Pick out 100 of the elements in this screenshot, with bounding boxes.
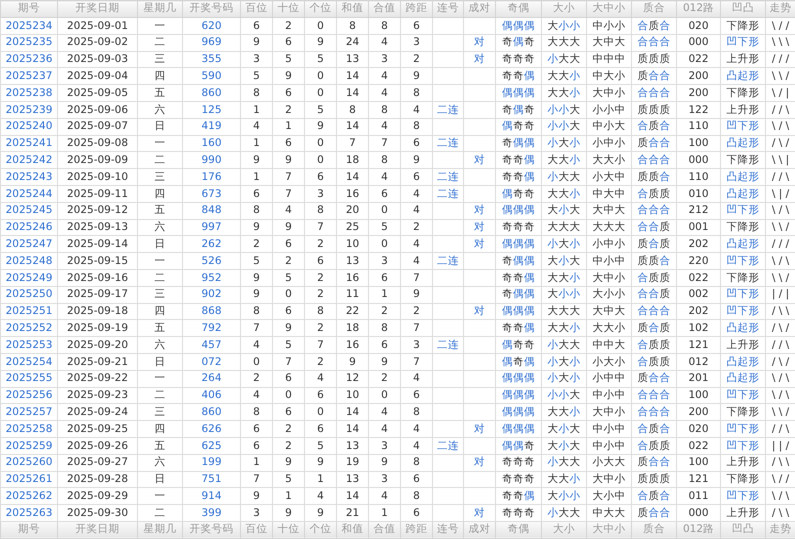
column-header: 成对 — [464, 0, 496, 18]
table-cell: 合合合 — [632, 152, 676, 169]
table-cell: 2025235 — [0, 34, 58, 52]
table-cell: 5 — [272, 51, 304, 68]
table-cell: 三 — [138, 404, 182, 421]
table-cell: 9 — [400, 152, 432, 169]
table-cell: 合质合 — [632, 420, 676, 438]
table-cell: 25 — [336, 219, 368, 236]
table-cell: 1 — [240, 168, 272, 186]
table-cell: 673 — [182, 185, 240, 202]
table-cell: 大中大 — [586, 34, 632, 52]
table-cell: 对 — [464, 219, 496, 236]
table-cell: 0 — [304, 152, 336, 169]
table-cell: 4 — [368, 488, 400, 505]
table-cell: 9 — [240, 219, 272, 236]
table-cell: 7 — [368, 135, 400, 152]
column-header: 合值 — [368, 0, 400, 18]
table-cell: 0 — [368, 236, 400, 253]
table-cell: 一 — [138, 252, 182, 270]
table-cell: 2025-09-04 — [58, 68, 138, 85]
table-cell: 9 — [400, 68, 432, 85]
table-cell: 2025-09-27 — [58, 454, 138, 472]
table-cell: 16 — [336, 336, 368, 354]
table-cell: 11 — [336, 286, 368, 304]
table-cell: 0 — [304, 404, 336, 421]
table-cell: 5 — [240, 68, 272, 85]
table-cell: 7 — [304, 336, 336, 354]
table-cell: 3 — [400, 336, 432, 354]
table-cell: 6 — [368, 185, 400, 202]
table-cell: 2 — [272, 420, 304, 438]
table-cell: 凹下形 — [720, 286, 766, 304]
table-cell: 6 — [400, 504, 432, 522]
table-cell: 对 — [464, 51, 496, 68]
table-cell: / / / — [766, 51, 795, 68]
table-cell: 大大小 — [542, 404, 586, 421]
table-cell: 7 — [400, 269, 432, 286]
table-cell: 4 — [368, 34, 400, 52]
table-cell: 6 — [304, 387, 336, 404]
table-cell: 4 — [400, 202, 432, 220]
table-cell: 中小小 — [586, 18, 632, 34]
table-cell: 2025-09-11 — [58, 185, 138, 202]
table-cell: 0 — [304, 84, 336, 102]
table-cell: 1 — [272, 488, 304, 505]
table-cell: 8 — [400, 454, 432, 472]
table-cell: 合合质 — [632, 286, 676, 304]
table-cell: 上升形 — [720, 51, 766, 68]
table-cell: 5 — [272, 336, 304, 354]
table-cell: 凸起形 — [720, 320, 766, 337]
table-cell: 合合合 — [632, 34, 676, 52]
table-cell: 6 — [240, 437, 272, 454]
table-cell: 2025262 — [0, 488, 58, 505]
table-cell: 凹下形 — [720, 118, 766, 136]
table-cell: 9 — [240, 34, 272, 52]
table-cell: 16 — [336, 185, 368, 202]
table-cell: 14 — [336, 420, 368, 438]
table-cell: 1 — [240, 135, 272, 152]
table-cell: 201 — [676, 370, 720, 388]
table-cell: 8 — [400, 118, 432, 136]
table-cell: 2025250 — [0, 286, 58, 304]
table-cell: 4 — [400, 236, 432, 253]
table-cell: 3 — [368, 252, 400, 270]
column-header: 开奖号码 — [182, 521, 240, 538]
table-cell: 4 — [240, 387, 272, 404]
table-cell: 大小小 — [542, 18, 586, 34]
column-header: 合值 — [368, 521, 400, 538]
table-cell: 022 — [676, 51, 720, 68]
table-cell: 2025-09-08 — [58, 135, 138, 152]
table-cell: 奇偶偶 — [496, 286, 542, 304]
table-cell: \ / \ — [766, 118, 795, 136]
column-header: 大小 — [542, 0, 586, 18]
table-cell: 合合合 — [632, 387, 676, 404]
column-header: 连号 — [432, 521, 464, 538]
table-cell: 大中大 — [586, 202, 632, 220]
table-cell: 小大小 — [542, 135, 586, 152]
table-cell: 凹下形 — [720, 437, 766, 454]
table-cell: 二连 — [432, 101, 464, 118]
table-cell: 下降形 — [720, 404, 766, 421]
column-header: 开奖日期 — [58, 521, 138, 538]
table-cell: 0 — [368, 202, 400, 220]
table-cell: 8 — [336, 18, 368, 34]
table-cell: 9 — [240, 286, 272, 304]
table-cell: 0 — [240, 353, 272, 370]
table-cell: 0 — [304, 68, 336, 85]
table-cell: 9 — [336, 353, 368, 370]
table-cell: 6 — [304, 252, 336, 270]
table-cell: 2 — [400, 219, 432, 236]
column-header: 十位 — [272, 0, 304, 18]
table-cell: 对 — [464, 34, 496, 52]
table-cell: 355 — [182, 51, 240, 68]
table-cell: 2025-09-24 — [58, 404, 138, 421]
table-cell: \ / \ — [766, 370, 795, 388]
table-cell: 4 — [240, 118, 272, 136]
table-cell: 三 — [138, 168, 182, 186]
column-header: 质合 — [632, 0, 676, 18]
column-header: 跨距 — [400, 521, 432, 538]
table-cell: 奇奇偶 — [496, 68, 542, 85]
table-cell: 合合合 — [632, 404, 676, 421]
table-cell: 2025-09-03 — [58, 51, 138, 68]
table-cell: 偶奇奇 — [496, 336, 542, 354]
table-cell: 22 — [336, 303, 368, 320]
